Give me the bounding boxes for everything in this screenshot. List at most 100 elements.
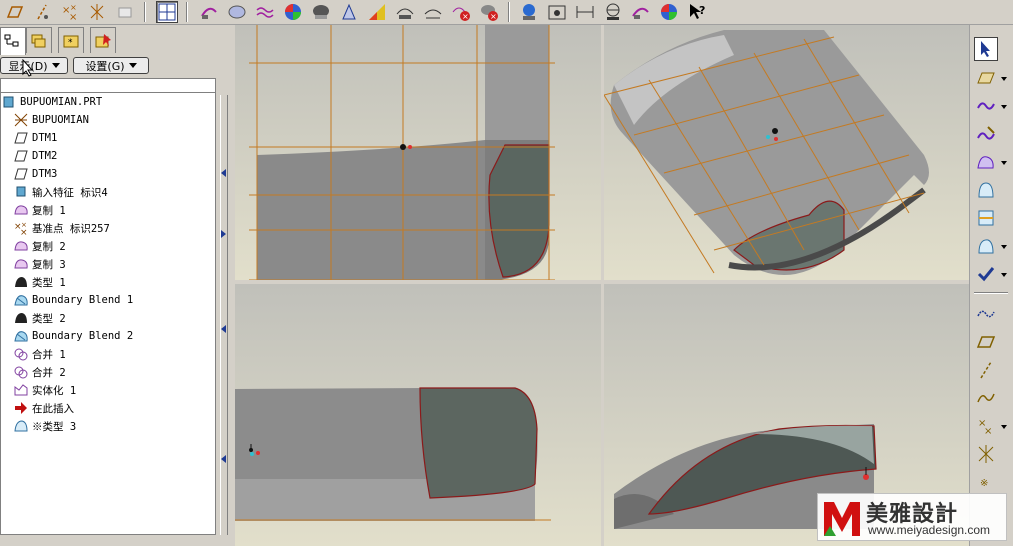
tree-item-solidify1[interactable]: 实体化 1 bbox=[13, 381, 76, 399]
tree-item-copy1[interactable]: 复制 1 bbox=[13, 201, 66, 219]
expand-arrow-icon[interactable] bbox=[221, 230, 226, 238]
tree-item-label: 合并 2 bbox=[32, 366, 66, 379]
curvature-icon[interactable] bbox=[366, 1, 388, 23]
model-tree-icon[interactable] bbox=[518, 1, 540, 23]
collapse-arrow-icon[interactable] bbox=[221, 169, 226, 177]
view-manager-icon[interactable] bbox=[156, 1, 178, 23]
zoom-in-icon[interactable] bbox=[602, 1, 624, 23]
chevron-down-icon[interactable] bbox=[1001, 161, 1007, 165]
spin-center-icon[interactable] bbox=[114, 1, 136, 23]
tree-item-label: 复制 3 bbox=[32, 258, 66, 271]
tree-item-type3[interactable]: ※类型 3 bbox=[13, 417, 76, 435]
select-arrow-icon[interactable] bbox=[974, 37, 998, 61]
tree-item-type1[interactable]: 类型 1 bbox=[13, 273, 66, 291]
curve-icon[interactable] bbox=[974, 94, 998, 118]
tree-item-datum-point[interactable]: × × × 基准点 标识257 bbox=[13, 219, 110, 237]
collapse-arrow-icon[interactable] bbox=[221, 455, 226, 463]
curve-edit-icon[interactable] bbox=[974, 122, 998, 146]
delete-analysis-icon[interactable]: × bbox=[450, 1, 472, 23]
orient-icon[interactable] bbox=[574, 1, 596, 23]
tree-item-label: DTM1 bbox=[32, 132, 58, 144]
analysis-curve-icon[interactable] bbox=[974, 302, 998, 326]
tree-item-boundary-blend2[interactable]: Boundary Blend 2 bbox=[13, 327, 133, 345]
tree-item-copy2[interactable]: 复制 2 bbox=[13, 237, 66, 255]
left-panel: * 显示(D) 设置(G) BUPUOMIAN.PRT BUPUOMIAN DT… bbox=[0, 25, 219, 546]
chevron-down-icon[interactable] bbox=[1001, 245, 1007, 249]
coordinate-system-display-icon[interactable] bbox=[86, 1, 108, 23]
surface-analysis-icon[interactable] bbox=[282, 1, 304, 23]
svg-text:×: × bbox=[69, 12, 77, 22]
tree-item-import[interactable]: 输入特征 标识4 bbox=[13, 183, 108, 201]
shaded-icon[interactable] bbox=[226, 1, 248, 23]
svg-text:×: × bbox=[70, 3, 77, 12]
boundary-blend-icon bbox=[13, 292, 29, 308]
tree-item-merge2[interactable]: 合并 2 bbox=[13, 363, 66, 381]
viewport-top[interactable] bbox=[235, 284, 601, 546]
tree-item-csys[interactable]: BUPUOMIAN bbox=[13, 111, 89, 129]
zoom-out-icon[interactable] bbox=[630, 1, 652, 23]
tree-item-boundary-blend1[interactable]: Boundary Blend 1 bbox=[13, 291, 133, 309]
tree-item-merge1[interactable]: 合并 1 bbox=[13, 345, 66, 363]
insert-here-arrow-icon bbox=[13, 400, 29, 416]
coordinate-system-icon bbox=[13, 112, 29, 128]
curve-tool-icon[interactable] bbox=[974, 386, 998, 410]
context-help-icon[interactable]: ? bbox=[686, 1, 708, 23]
tree-item-label: 类型 2 bbox=[32, 312, 66, 325]
chevron-down-icon[interactable] bbox=[1001, 425, 1007, 429]
tree-item-dtm2[interactable]: DTM2 bbox=[13, 147, 57, 165]
tree-item-label: Boundary Blend 1 bbox=[32, 294, 134, 306]
settings-button[interactable]: 设置(G) bbox=[73, 57, 149, 74]
dihedral-icon[interactable] bbox=[394, 1, 416, 23]
chevron-down-icon[interactable] bbox=[1001, 273, 1007, 277]
draft-analysis-icon[interactable] bbox=[338, 1, 360, 23]
hidden-line-icon[interactable] bbox=[310, 1, 332, 23]
delete-all-icon[interactable]: × bbox=[478, 1, 500, 23]
saved-views-icon[interactable] bbox=[546, 1, 568, 23]
folder-browser-tab[interactable]: * bbox=[58, 27, 84, 53]
done-check-icon[interactable] bbox=[974, 262, 998, 286]
layer-tree-tab[interactable] bbox=[26, 27, 52, 53]
datum-point-marker bbox=[400, 144, 406, 150]
collapse-arrow-icon[interactable] bbox=[221, 325, 226, 333]
tree-item-dtm3[interactable]: DTM3 bbox=[13, 165, 57, 183]
point-cloud-icon[interactable] bbox=[974, 442, 998, 466]
surface-icon[interactable] bbox=[974, 66, 998, 90]
datum-plane-display-icon[interactable] bbox=[4, 1, 26, 23]
tree-item-label: 实体化 1 bbox=[32, 384, 77, 397]
tree-item-type2[interactable]: 类型 2 bbox=[13, 309, 66, 327]
favorites-tab[interactable] bbox=[90, 27, 116, 53]
datum-axis-display-icon[interactable] bbox=[31, 1, 53, 23]
surface-transform-icon[interactable] bbox=[974, 234, 998, 258]
tree-item-insert-here[interactable]: 在此插入 bbox=[13, 399, 74, 417]
display-button[interactable]: 显示(D) bbox=[0, 57, 68, 74]
tree-item-label: DTM3 bbox=[32, 168, 58, 180]
viewport-front[interactable] bbox=[235, 25, 601, 280]
point-tool-icon[interactable]: × × bbox=[974, 414, 998, 438]
datum-plane-icon bbox=[13, 166, 29, 182]
svg-text:×: × bbox=[21, 221, 27, 229]
curve-analysis-icon[interactable] bbox=[254, 1, 276, 23]
surface-offset-icon[interactable] bbox=[974, 206, 998, 230]
svg-text:*: * bbox=[68, 38, 73, 48]
viewport-isometric[interactable] bbox=[604, 25, 969, 280]
measure-icon[interactable] bbox=[422, 1, 444, 23]
svg-text:?: ? bbox=[699, 4, 705, 17]
tree-item-copy3[interactable]: 复制 3 bbox=[13, 255, 66, 273]
datum-point-display-icon[interactable]: × × × bbox=[58, 1, 80, 23]
chevron-down-icon[interactable] bbox=[1001, 105, 1007, 109]
model-tree-tab[interactable] bbox=[0, 27, 26, 55]
more-icon[interactable]: ※ bbox=[974, 470, 998, 494]
regenerate-icon[interactable] bbox=[198, 1, 220, 23]
color-icon[interactable] bbox=[658, 1, 680, 23]
surface-trim-icon[interactable] bbox=[974, 178, 998, 202]
panel-splitter[interactable] bbox=[219, 25, 233, 546]
datum-plane-icon bbox=[13, 130, 29, 146]
plane-icon[interactable] bbox=[974, 330, 998, 354]
boundary-blend-tool-icon[interactable] bbox=[974, 150, 998, 174]
model-tree: BUPUOMIAN.PRT BUPUOMIAN DTM1 DTM2 DTM3 输… bbox=[0, 92, 216, 535]
axis-line-icon[interactable] bbox=[974, 358, 998, 382]
tree-item-root[interactable]: BUPUOMIAN.PRT bbox=[1, 93, 102, 111]
chevron-down-icon[interactable] bbox=[1001, 77, 1007, 81]
tree-item-dtm1[interactable]: DTM1 bbox=[13, 129, 57, 147]
boundary-blend-icon bbox=[13, 328, 29, 344]
